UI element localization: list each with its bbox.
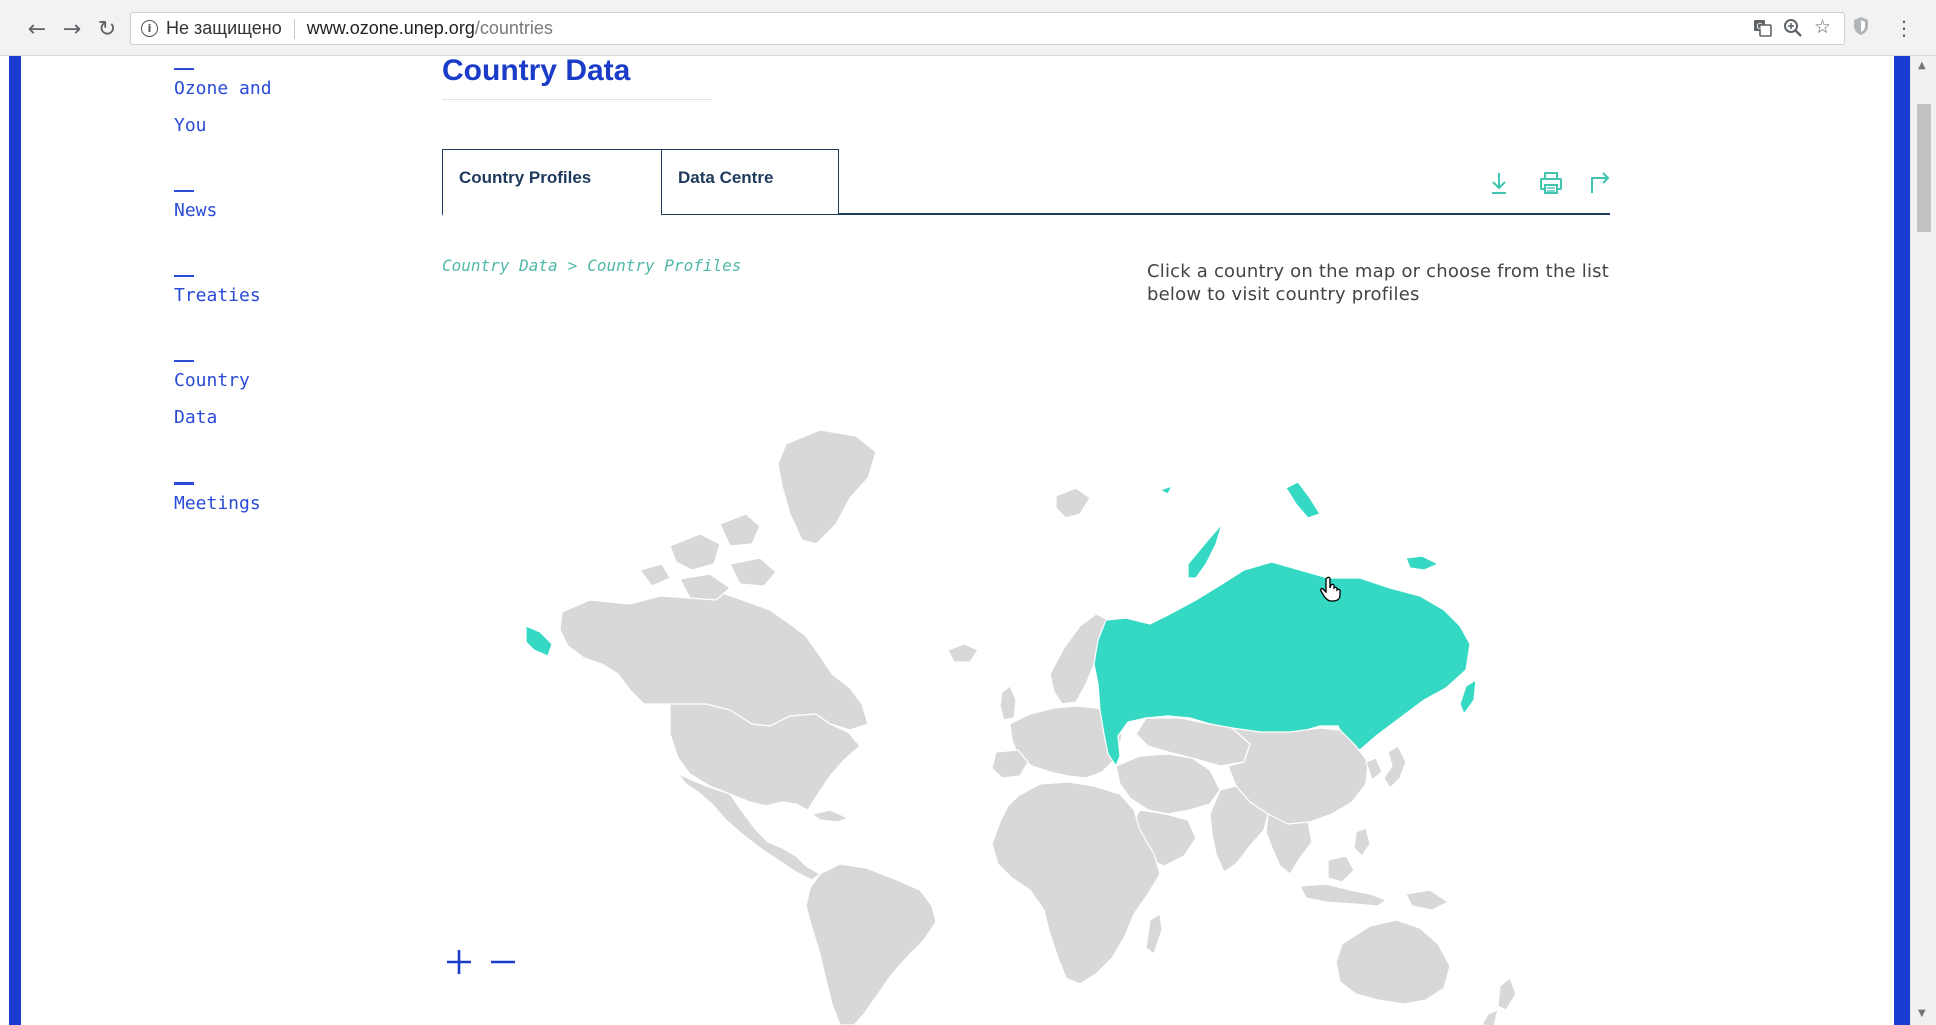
plus-icon[interactable]	[444, 947, 474, 977]
country-arctic-islands[interactable]	[638, 563, 671, 587]
sidebar-item-country-data[interactable]: Country Data	[174, 360, 294, 436]
country-korea[interactable]	[1365, 757, 1383, 782]
country-australia[interactable]	[1335, 919, 1451, 1005]
tab-label: Data Centre	[678, 168, 774, 187]
print-icon[interactable]	[1537, 169, 1565, 197]
country-arctic-islands[interactable]	[669, 533, 721, 571]
reload-icon: ↻	[97, 16, 117, 42]
tab-country-profiles[interactable]: Country Profiles	[442, 149, 662, 216]
country-africa[interactable]	[991, 781, 1161, 985]
url-path: /countries	[474, 18, 553, 38]
reload-button[interactable]: ↻	[92, 14, 122, 44]
country-japan[interactable]	[1383, 745, 1407, 789]
page-scrollbar[interactable]: ▲ ▼	[1910, 56, 1936, 1025]
back-button[interactable]: ←	[22, 14, 52, 44]
tab-label: Country Profiles	[459, 168, 592, 187]
forward-button[interactable]: →	[57, 14, 87, 44]
minus-icon[interactable]	[488, 947, 518, 977]
sidebar-item-label: Ozone and You	[174, 78, 272, 136]
country-alaska-piece[interactable]	[525, 625, 553, 657]
scroll-down-icon[interactable]: ▼	[1918, 1008, 1926, 1019]
country-new-zealand[interactable]	[1497, 977, 1517, 1011]
country-russia-islands[interactable]	[1405, 555, 1440, 571]
share-icon[interactable]	[1587, 169, 1615, 197]
sidebar-item-label: Country Data	[174, 370, 250, 428]
omnibox-divider	[293, 18, 295, 39]
sidebar-item-label: Meetings	[174, 493, 261, 514]
sidebar-item-label: News	[174, 200, 218, 221]
country-philippines[interactable]	[1353, 827, 1371, 857]
frame-border-left	[9, 56, 21, 1025]
country-iceland[interactable]	[947, 643, 979, 663]
country-new-zealand[interactable]	[1481, 1009, 1499, 1025]
country-middle-east[interactable]	[1115, 753, 1221, 815]
scrollbar-thumb[interactable]	[1917, 104, 1931, 232]
title-divider	[442, 99, 712, 100]
breadcrumb-item-country-data[interactable]: Country Data	[442, 256, 558, 275]
frame-border-right	[1894, 56, 1910, 1025]
page-viewport: Ozone and You News Treaties Country Data…	[0, 56, 1936, 1025]
sidebar-item-news[interactable]: News	[174, 190, 294, 229]
country-papua-new-guinea[interactable]	[1405, 889, 1450, 911]
page-title: Country Data	[442, 56, 631, 87]
country-cuba[interactable]	[810, 809, 850, 823]
sidebar-item-treaties[interactable]: Treaties	[174, 275, 294, 314]
sidebar-item-label: Treaties	[174, 285, 261, 306]
tab-data-centre[interactable]: Data Centre	[661, 149, 839, 215]
sidebar-item-meetings[interactable]: Meetings	[174, 482, 294, 522]
country-madagascar[interactable]	[1145, 913, 1163, 955]
country-russia-islands[interactable]	[1285, 481, 1321, 519]
country-uk[interactable]	[999, 685, 1017, 721]
svg-text:G: G	[1757, 22, 1763, 31]
arrow-left-icon: ←	[27, 16, 47, 42]
translate-icon[interactable]: G	[1753, 18, 1773, 43]
breadcrumb-item-country-profiles: Country Profiles	[587, 256, 742, 275]
country-svalbard[interactable]	[1055, 487, 1091, 519]
country-arctic-islands[interactable]	[729, 557, 777, 587]
country-russia-islands[interactable]	[1158, 484, 1174, 495]
browser-toolbar: ← → ↻ i Не защищено www.ozone.unep.org/c…	[0, 0, 1936, 56]
bookmark-star-icon[interactable]: ☆	[1814, 16, 1831, 38]
info-icon[interactable]: i	[141, 20, 158, 37]
sidebar-item-ozone-and-you[interactable]: Ozone and You	[174, 68, 294, 144]
arrow-right-icon: →	[62, 16, 82, 42]
breadcrumb-separator: >	[567, 256, 578, 275]
menu-kebab-icon[interactable]: ⋮	[1894, 16, 1914, 40]
country-south-america[interactable]	[805, 863, 937, 1025]
security-status: Не защищено	[166, 18, 282, 38]
country-indonesia[interactable]	[1299, 883, 1388, 907]
country-greenland[interactable]	[777, 429, 877, 545]
world-map[interactable]	[520, 374, 1530, 1025]
url-host: www.ozone.unep.org	[306, 18, 475, 38]
scroll-up-icon[interactable]: ▲	[1918, 60, 1926, 71]
zoom-icon[interactable]	[1783, 18, 1803, 43]
breadcrumb: Country Data > Country Profiles	[442, 256, 741, 275]
shield-extension-icon[interactable]	[1852, 16, 1870, 41]
address-bar[interactable]: i Не защищено www.ozone.unep.org/countri…	[130, 12, 1845, 45]
country-indonesia-borneo[interactable]	[1327, 855, 1355, 883]
download-icon[interactable]	[1485, 169, 1513, 197]
country-russia-novaya-zemlya[interactable]	[1187, 523, 1223, 579]
country-arctic-islands[interactable]	[719, 513, 761, 547]
country-russia-sakhalin[interactable]	[1459, 678, 1477, 716]
map-instructions: Click a country on the map or choose fro…	[1147, 261, 1609, 305]
